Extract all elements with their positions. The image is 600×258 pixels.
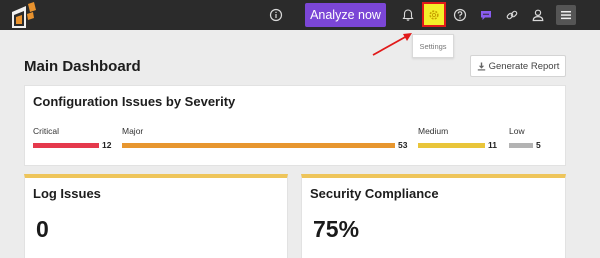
menu-icon[interactable] — [556, 5, 576, 25]
gear-icon — [427, 8, 441, 22]
severity-count: 11 — [488, 140, 497, 150]
download-icon — [477, 62, 486, 71]
severity-critical[interactable]: Critical 12 — [33, 126, 111, 150]
severity-medium[interactable]: Medium 11 — [418, 126, 497, 150]
severity-bar — [418, 142, 485, 148]
severity-label: Critical — [33, 126, 59, 136]
help-icon[interactable] — [451, 6, 469, 24]
link-icon[interactable] — [503, 6, 521, 24]
bell-icon[interactable] — [399, 6, 417, 24]
annotation-arrow-icon — [372, 33, 412, 56]
settings-tooltip: Settings — [412, 34, 454, 58]
severity-bar — [509, 142, 533, 148]
log-issues-card[interactable]: Log Issues 0 — [24, 174, 288, 258]
severity-low[interactable]: Low 5 — [509, 126, 541, 150]
security-compliance-value: 75% — [313, 216, 360, 242]
user-icon[interactable] — [529, 6, 547, 24]
app-logo[interactable] — [8, 2, 38, 28]
severity-major[interactable]: Major 53 — [122, 126, 407, 150]
severity-count: 5 — [536, 140, 541, 150]
chat-icon[interactable] — [477, 6, 495, 24]
severity-label: Medium — [418, 126, 449, 136]
tooltip-text: Settings — [419, 41, 447, 51]
log-issues-title: Log Issues — [33, 186, 101, 201]
severity-count: 53 — [398, 140, 408, 150]
generate-report-button[interactable]: Generate Report — [470, 55, 566, 77]
info-icon[interactable] — [267, 6, 285, 24]
severity-count: 12 — [102, 140, 112, 150]
config-issues-card: Configuration Issues by Severity Critica… — [24, 85, 566, 166]
log-issues-value: 0 — [36, 216, 49, 242]
severity-bar — [33, 142, 99, 148]
page-title: Main Dashboard — [24, 58, 141, 75]
config-issues-title: Configuration Issues by Severity — [33, 94, 236, 109]
security-compliance-card[interactable]: Security Compliance 75% — [301, 174, 566, 258]
security-compliance-title: Security Compliance — [310, 186, 439, 201]
severity-label: Major — [122, 126, 144, 136]
severity-label: Low — [509, 126, 525, 136]
settings-button[interactable] — [422, 2, 446, 27]
analyze-now-button[interactable]: Analyze now — [305, 3, 386, 27]
severity-bar — [122, 142, 395, 148]
top-navigation-bar: Analyze now — [0, 0, 600, 30]
generate-report-label: Generate Report — [488, 60, 560, 72]
